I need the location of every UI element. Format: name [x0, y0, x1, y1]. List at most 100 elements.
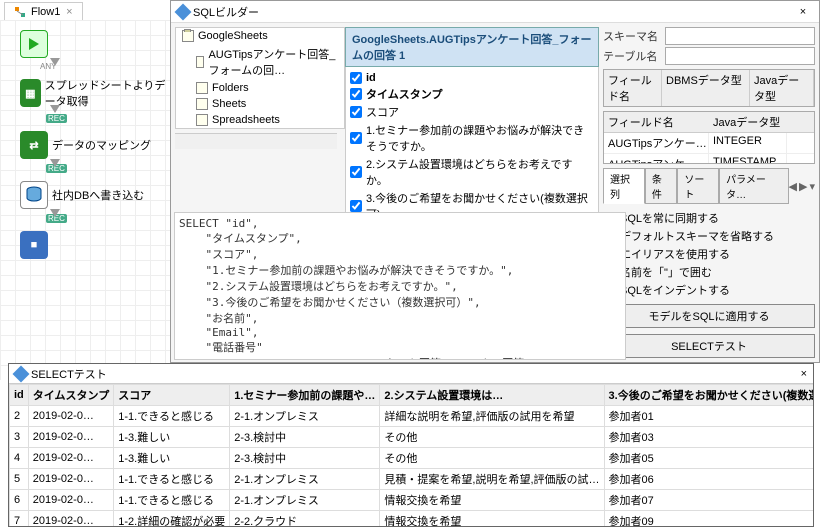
cell: 1-3.難しい: [114, 427, 230, 448]
table-row[interactable]: 22019-02-0…1-1.できると感じる2-1.オンプレミス詳細な説明を希望…: [10, 406, 814, 427]
select-test-window: SELECTテスト × idタイムスタンプスコア1.セミナー参加前の課題や…2.…: [8, 363, 814, 527]
flow-node-end[interactable]: ■: [20, 231, 166, 259]
tab-sort[interactable]: ソート: [677, 168, 719, 204]
result-table: idタイムスタンプスコア1.セミナー参加前の課題や…2.システム設置環境は…3.…: [9, 384, 813, 526]
cell: 2019-02-0…: [28, 511, 113, 527]
dt-col-java: Javaデータ型: [709, 112, 787, 132]
option-check[interactable]: SQLを常に同期する: [603, 210, 815, 226]
select-test-titlebar[interactable]: SELECTテスト ×: [9, 364, 813, 384]
tree-item[interactable]: Folders: [176, 80, 344, 96]
col-header[interactable]: id: [10, 385, 29, 406]
tree-h-scrollbar[interactable]: [175, 133, 337, 149]
option-check[interactable]: デフォルトスキーマを省略する: [603, 228, 815, 244]
sql-builder-titlebar[interactable]: SQLビルダー ×: [171, 1, 819, 23]
tab-strip: 選択列 条件 ソート パラメータ… ◀▶▾: [603, 168, 815, 204]
field-row[interactable]: 1.セミナー参加前の課題やお悩みが解決できそうですか。: [350, 121, 594, 155]
table-row[interactable]: 42019-02-0…1-3.難しい2-3.検討中その他参加者05user05@…: [10, 448, 814, 469]
col-header[interactable]: 3.今後のご希望をお聞かせください(複数選択…: [604, 385, 813, 406]
field-checkbox[interactable]: [350, 166, 362, 178]
result-table-scroll[interactable]: idタイムスタンプスコア1.セミナー参加前の課題や…2.システム設置環境は…3.…: [9, 384, 813, 526]
col-header[interactable]: スコア: [114, 385, 230, 406]
flow-icon: [13, 5, 27, 19]
tree-label: GoogleSheets: [198, 30, 268, 42]
tree-label: AUGTipsアンケート回答_フォームの回…: [208, 46, 340, 78]
col-java: Javaデータ型: [750, 70, 814, 106]
table-input[interactable]: [665, 47, 815, 65]
tree-root[interactable]: GoogleSheets: [176, 28, 344, 44]
cell: 4: [10, 448, 29, 469]
close-icon[interactable]: ×: [801, 368, 807, 380]
field-row[interactable]: id: [350, 71, 594, 85]
cell: 1-2.詳細の確認が必要: [114, 511, 230, 527]
tab-next-icon[interactable]: ▶: [799, 180, 807, 193]
table-row[interactable]: 52019-02-0…1-1.できると感じる2-1.オンプレミス見積・提案を希望…: [10, 469, 814, 490]
col-header[interactable]: タイムスタンプ: [28, 385, 113, 406]
schema-input[interactable]: [665, 27, 815, 45]
sql-text[interactable]: SELECT "id", "タイムスタンプ", "スコア", "1.セミナー参加…: [174, 212, 626, 360]
field-checkbox[interactable]: [350, 132, 362, 144]
flow-node-label: データのマッピング: [52, 137, 151, 153]
field-row[interactable]: タイムスタンプ: [350, 85, 594, 103]
tree-item[interactable]: Sheets: [176, 96, 344, 112]
option-check[interactable]: エイリアスを使用する: [603, 246, 815, 262]
close-icon[interactable]: ×: [64, 6, 74, 18]
datatype-table[interactable]: フィールド名 Javaデータ型 AUGTipsアンケー…INTEGERAUGTi…: [603, 111, 815, 164]
table-row[interactable]: 72019-02-0…1-2.詳細の確認が必要2-2.クラウド情報交換を希望参加…: [10, 511, 814, 527]
field-row[interactable]: スコア: [350, 103, 594, 121]
field-label: スコア: [366, 104, 399, 120]
tab-menu-icon[interactable]: ▾: [809, 180, 815, 193]
flow-node-db[interactable]: 社内DBへ書き込む REC: [20, 181, 166, 209]
close-icon[interactable]: ×: [793, 6, 813, 18]
field-checkbox[interactable]: [350, 88, 362, 100]
cell: 7: [10, 511, 29, 527]
tab-params[interactable]: パラメータ…: [719, 168, 788, 204]
tab-select-cols[interactable]: 選択列: [603, 168, 645, 204]
tab-prev-icon[interactable]: ◀: [789, 180, 797, 193]
tree-item[interactable]: AUGTipsアンケート回答_フォームの回…: [176, 44, 344, 80]
check-label: デフォルトスキーマを省略する: [620, 228, 774, 244]
dt-type: TIMESTAMP: [709, 154, 787, 164]
dt-row[interactable]: AUGTipsアンケー…TIMESTAMP: [604, 154, 814, 164]
table-icon: [196, 98, 208, 110]
flow-tab-label: Flow1: [31, 6, 60, 18]
flow-node-start[interactable]: [20, 30, 166, 58]
arrow-icon: [50, 209, 60, 217]
tab-conditions[interactable]: 条件: [645, 168, 678, 204]
schema-tree[interactable]: GoogleSheets AUGTipsアンケート回答_フォームの回… Fold…: [175, 27, 345, 129]
option-check[interactable]: SQLをインデントする: [603, 282, 815, 298]
field-label: 2.システム設置環境はどちらをお考えですか。: [366, 156, 594, 188]
field-checkbox[interactable]: [350, 200, 362, 212]
tree-label: Spreadsheets: [212, 114, 280, 126]
cell: その他: [380, 427, 604, 448]
col-header[interactable]: 1.セミナー参加前の課題や…: [230, 385, 380, 406]
apply-model-button[interactable]: モデルをSQLに適用する: [603, 304, 815, 328]
cell: 2-1.オンプレミス: [230, 406, 380, 427]
flow-canvas[interactable]: ANY ▦ スプレッドシートよりデータ取得 REC ⇄ データのマッピング RE…: [0, 20, 170, 380]
cell: 参加者01: [604, 406, 813, 427]
field-label: 1.セミナー参加前の課題やお悩みが解決できそうですか。: [366, 122, 594, 154]
end-icon: ■: [20, 231, 48, 259]
field-label: id: [366, 72, 376, 84]
field-row[interactable]: 2.システム設置環境はどちらをお考えですか。: [350, 155, 594, 189]
flow-node-sheet[interactable]: ▦ スプレッドシートよりデータ取得 REC: [20, 77, 166, 109]
flow-node-mapping[interactable]: ⇄ データのマッピング REC: [20, 131, 166, 159]
option-check[interactable]: 名前を「"」で囲む: [603, 264, 815, 280]
dt-field: AUGTipsアンケー…: [604, 154, 709, 164]
table-row[interactable]: 62019-02-0…1-1.できると感じる2-1.オンプレミス情報交換を希望参…: [10, 490, 814, 511]
dt-type: INTEGER: [709, 133, 787, 153]
cell: 参加者05: [604, 448, 813, 469]
select-test-button[interactable]: SELECTテスト: [603, 334, 815, 358]
tree-item[interactable]: Spreadsheets: [176, 112, 344, 128]
dt-row[interactable]: AUGTipsアンケー…INTEGER: [604, 133, 814, 154]
flow-tab[interactable]: Flow1 ×: [4, 2, 83, 21]
rec-badge: REC: [46, 114, 67, 123]
field-checkbox[interactable]: [350, 72, 362, 84]
cell: 詳細な説明を希望,評価版の試用を希望: [380, 406, 604, 427]
sheet-icon: ▦: [20, 79, 41, 107]
cell: 参加者03: [604, 427, 813, 448]
field-checkbox[interactable]: [350, 106, 362, 118]
cell: 2019-02-0…: [28, 448, 113, 469]
col-header[interactable]: 2.システム設置環境は…: [380, 385, 604, 406]
table-row[interactable]: 32019-02-0…1-3.難しい2-3.検討中その他参加者03user03@…: [10, 427, 814, 448]
cell: 1-1.できると感じる: [114, 490, 230, 511]
